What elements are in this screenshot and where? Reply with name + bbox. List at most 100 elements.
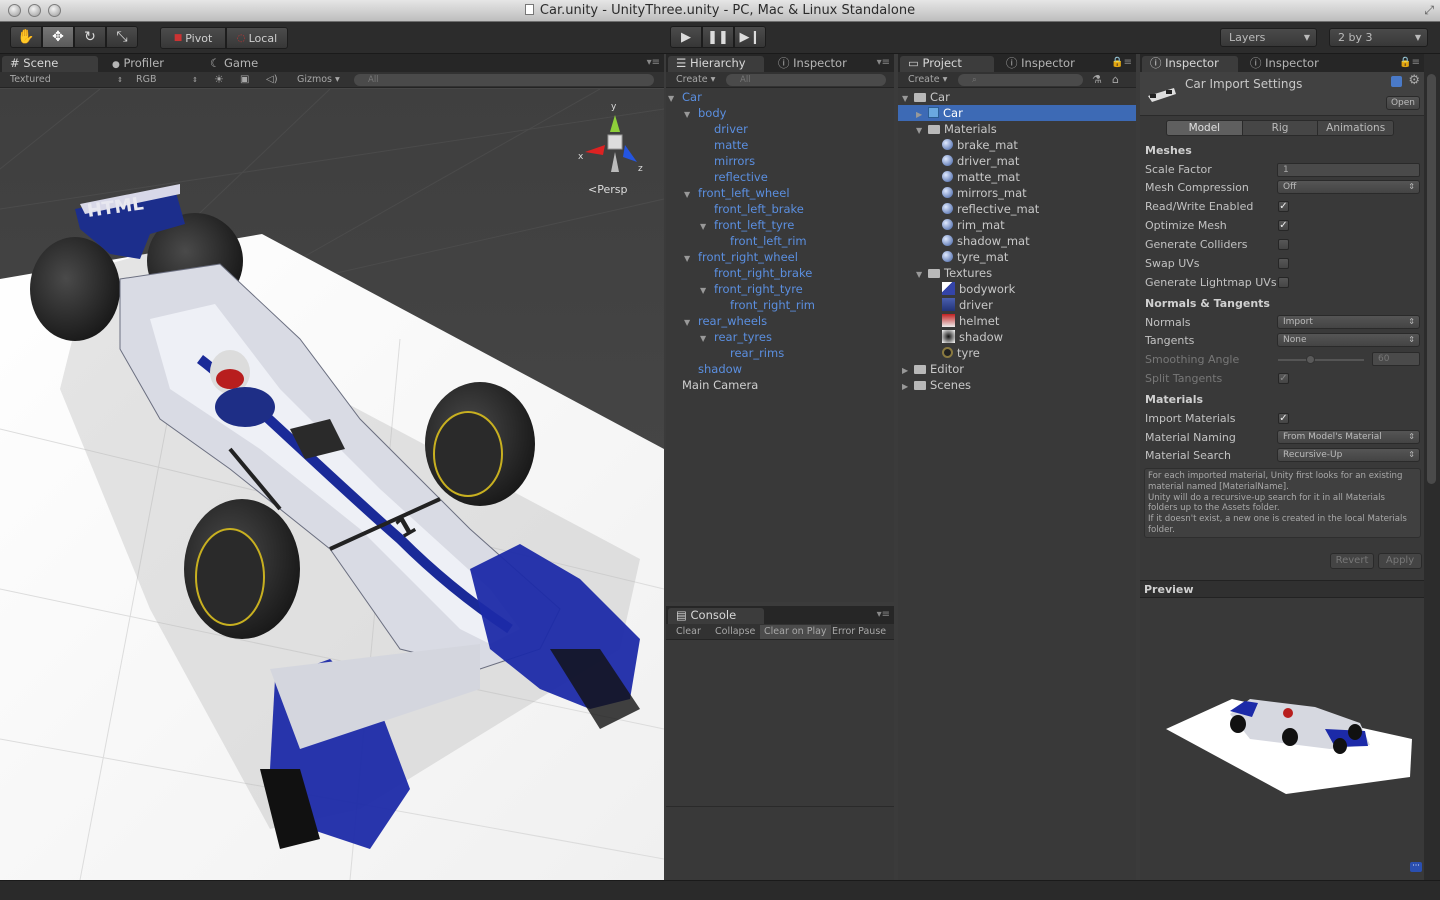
inspector-scrollbar[interactable]: [1424, 54, 1440, 880]
tab-console[interactable]: ▤ Console: [668, 608, 764, 624]
apply-button[interactable]: Apply: [1378, 553, 1422, 569]
project-item[interactable]: driver: [898, 297, 1136, 313]
hierarchy-item[interactable]: front_right_rim: [716, 297, 815, 313]
lighting-toggle-icon[interactable]: ☀: [214, 73, 228, 87]
smoothing-angle-slider[interactable]: [1278, 355, 1364, 364]
tab-inspector-secondary[interactable]: ⓘ Inspector: [1242, 56, 1342, 72]
project-item[interactable]: shadow_mat: [898, 233, 1136, 249]
tab-inspector[interactable]: ⓘ Inspector: [770, 56, 866, 72]
project-item[interactable]: ▶ Car: [898, 105, 1136, 121]
scene-search-input[interactable]: All: [354, 74, 654, 86]
project-create-dropdown[interactable]: Create ▾: [908, 73, 952, 87]
project-item[interactable]: mirrors_mat: [898, 185, 1136, 201]
tab-scene[interactable]: # Scene: [2, 56, 98, 72]
expand-arrow-icon[interactable]: ▼: [700, 219, 714, 235]
hierarchy-item[interactable]: ▼ rear_tyres: [700, 329, 772, 345]
hierarchy-item[interactable]: ▼ Car: [668, 89, 702, 105]
console-clear-button[interactable]: Clear: [676, 625, 701, 639]
gizmos-dropdown[interactable]: Gizmos ▾: [297, 73, 347, 87]
expand-arrow-icon[interactable]: ▼: [684, 187, 698, 203]
import-materials-checkbox[interactable]: ✓: [1278, 413, 1289, 424]
tab-model[interactable]: Model: [1167, 121, 1242, 135]
filter-label-icon[interactable]: ⌂: [1112, 73, 1119, 87]
hierarchy-item[interactable]: ▼ front_right_wheel: [684, 249, 798, 265]
hierarchy-item[interactable]: ▼ front_right_tyre: [700, 281, 803, 297]
panel-menu-icon[interactable]: ▾≡: [877, 609, 890, 620]
layout-dropdown[interactable]: 2 by 3 ▼: [1329, 28, 1428, 47]
project-item[interactable]: rim_mat: [898, 217, 1136, 233]
project-item[interactable]: brake_mat: [898, 137, 1136, 153]
console-error-pause-button[interactable]: Error Pause: [832, 625, 886, 639]
project-item[interactable]: bodywork: [898, 281, 1136, 297]
preview-header[interactable]: Preview: [1140, 580, 1424, 598]
slider-handle[interactable]: [1306, 355, 1315, 364]
mesh-compression-dropdown[interactable]: Off ⇕: [1277, 180, 1420, 194]
scene-viewport[interactable]: HTML 1 y x z <Persp: [0, 89, 664, 880]
panel-menu-icon[interactable]: ▾≡: [647, 57, 660, 68]
filter-type-icon[interactable]: ⚗: [1092, 73, 1102, 87]
console-clear-on-play-button[interactable]: Clear on Play: [760, 625, 831, 639]
lock-icon[interactable]: 🔒≡: [1399, 57, 1420, 68]
audio-toggle-icon[interactable]: ◁): [266, 73, 282, 87]
hierarchy-item[interactable]: driver: [700, 121, 748, 137]
color-mode-dropdown[interactable]: RGB ⇕: [136, 73, 200, 87]
project-item[interactable]: ▼ Materials: [898, 121, 1136, 137]
hierarchy-item[interactable]: front_left_rim: [716, 233, 807, 249]
tab-game[interactable]: ☾ Game: [202, 56, 298, 72]
orientation-gizmo[interactable]: y x z: [575, 97, 650, 187]
model-preview[interactable]: ···: [1140, 599, 1424, 880]
project-item[interactable]: reflective_mat: [898, 201, 1136, 217]
project-item[interactable]: matte_mat: [898, 169, 1136, 185]
smoothing-angle-input[interactable]: 60: [1372, 352, 1420, 366]
expand-arrow-icon[interactable]: ▼: [684, 251, 698, 267]
expand-arrow-icon[interactable]: ▼: [668, 91, 682, 107]
lock-icon[interactable]: 🔒≡: [1111, 57, 1132, 68]
tab-animations[interactable]: Animations: [1317, 121, 1393, 135]
expand-arrow-icon[interactable]: ▼: [700, 331, 714, 347]
tab-profiler[interactable]: ● Profiler: [104, 56, 200, 72]
swap-uvs-checkbox[interactable]: [1278, 258, 1289, 269]
tab-inspector-2[interactable]: ⓘ Inspector: [998, 56, 1094, 72]
collapse-arrow-icon[interactable]: ▶: [902, 379, 914, 395]
tab-inspector-main[interactable]: ⓘ Inspector: [1142, 56, 1238, 72]
hierarchy-create-dropdown[interactable]: Create ▾: [676, 73, 720, 87]
play-button[interactable]: ▶: [670, 26, 702, 48]
project-item[interactable]: ▼ Car: [898, 89, 1136, 105]
project-item[interactable]: shadow: [898, 329, 1136, 345]
hierarchy-item[interactable]: ▼ body: [684, 105, 726, 121]
pause-button[interactable]: ❚❚: [702, 26, 734, 48]
expand-arrow-icon[interactable]: ▼: [684, 107, 698, 123]
generate-colliders-checkbox[interactable]: [1278, 239, 1289, 250]
rotate-tool-icon[interactable]: ↻: [74, 26, 106, 48]
hierarchy-item[interactable]: ▼ front_left_wheel: [684, 185, 790, 201]
scrollbar-thumb[interactable]: [1427, 74, 1436, 484]
split-tangents-checkbox[interactable]: ✓: [1278, 373, 1289, 384]
hierarchy-item[interactable]: front_right_brake: [700, 265, 812, 281]
preview-settings-icon[interactable]: ···: [1410, 862, 1422, 872]
read-write-checkbox[interactable]: ✓: [1278, 201, 1289, 212]
hierarchy-item[interactable]: reflective: [700, 169, 768, 185]
hierarchy-item[interactable]: matte: [700, 137, 748, 153]
pivot-toggle[interactable]: ■ Pivot: [160, 27, 226, 49]
project-item[interactable]: ▼ Textures: [898, 265, 1136, 281]
optimize-mesh-checkbox[interactable]: ✓: [1278, 220, 1289, 231]
render-mode-dropdown[interactable]: Textured ⇕: [10, 73, 125, 87]
scale-tool-icon[interactable]: ⤡: [106, 26, 138, 48]
hierarchy-item[interactable]: mirrors: [700, 153, 755, 169]
step-button[interactable]: ▶❙: [734, 26, 766, 48]
expand-arrow-icon[interactable]: ▼: [700, 283, 714, 299]
hierarchy-item[interactable]: rear_rims: [716, 345, 784, 361]
project-item[interactable]: driver_mat: [898, 153, 1136, 169]
open-button[interactable]: Open: [1386, 96, 1420, 110]
hierarchy-item[interactable]: front_left_brake: [700, 201, 804, 217]
expand-arrow-icon[interactable]: ▼: [684, 315, 698, 331]
console-collapse-button[interactable]: Collapse: [715, 625, 755, 639]
projection-toggle[interactable]: <Persp: [588, 183, 627, 196]
help-icon[interactable]: [1391, 76, 1402, 87]
hierarchy-item[interactable]: ▼ front_left_tyre: [700, 217, 794, 233]
tangents-dropdown[interactable]: None ⇕: [1277, 333, 1420, 347]
revert-button[interactable]: Revert: [1330, 553, 1374, 569]
layers-dropdown[interactable]: Layers ▼: [1220, 28, 1317, 47]
hierarchy-item[interactable]: ▼ rear_wheels: [684, 313, 767, 329]
scale-factor-input[interactable]: 1: [1277, 163, 1420, 177]
